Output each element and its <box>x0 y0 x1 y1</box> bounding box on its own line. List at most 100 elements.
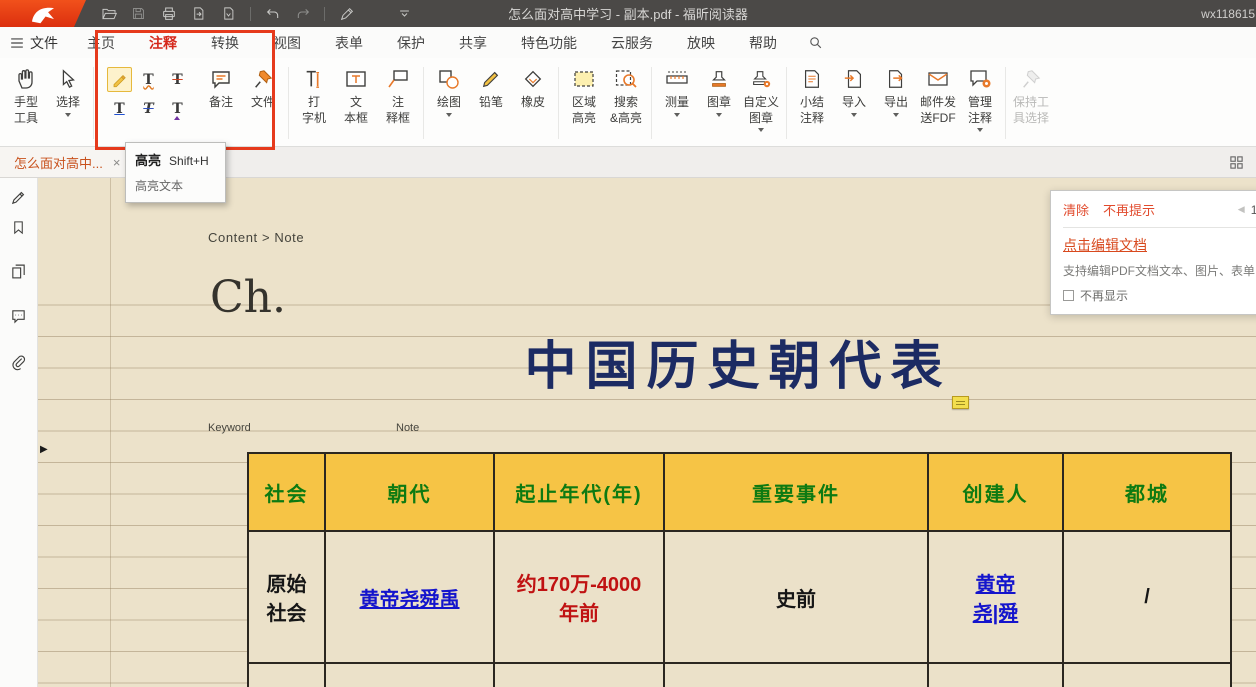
tool-stamp[interactable]: 图章 <box>698 65 740 117</box>
dont-show-again-row[interactable]: 不再显示 <box>1063 287 1256 304</box>
tool-summarize-comments[interactable]: 小结 注释 <box>791 65 833 126</box>
tab-protect[interactable]: 保护 <box>380 27 442 58</box>
tool-search-highlight[interactable]: 搜索 &高亮 <box>605 65 647 126</box>
table-cell-empty <box>1064 664 1230 687</box>
tool-import-comments[interactable]: 导入 <box>833 65 875 117</box>
tool-eraser[interactable]: 橡皮 <box>512 65 554 111</box>
file-menu-button[interactable]: 文件 <box>0 27 70 58</box>
tab-home[interactable]: 主页 <box>70 27 132 58</box>
founder-link[interactable]: 黄帝 <box>976 568 1016 597</box>
strikeout-tool[interactable]: T <box>165 67 190 92</box>
tab-view[interactable]: 视图 <box>256 27 318 58</box>
tool-area-highlight[interactable]: 区域 高亮 <box>563 65 605 126</box>
tab-form[interactable]: 表单 <box>318 27 380 58</box>
export-pdf-icon[interactable] <box>190 5 207 22</box>
prev-page-icon[interactable]: ◀ <box>1238 204 1245 215</box>
ribbon-search-button[interactable] <box>800 27 831 58</box>
page-layout-button[interactable] <box>1229 155 1244 170</box>
tool-textbox[interactable]: 文 本框 <box>335 65 377 126</box>
edit-document-link[interactable]: 点击编辑文档 <box>1063 235 1147 255</box>
tool-select[interactable]: 选择 <box>47 65 89 117</box>
account-name[interactable]: wx118615 <box>1201 7 1256 21</box>
chevron-down-icon <box>893 113 899 117</box>
chevron-down-icon <box>446 113 452 117</box>
founder-link[interactable]: 尧|舜 <box>973 597 1019 626</box>
annotate-pencil-icon[interactable] <box>9 187 29 207</box>
tool-typewriter[interactable]: 打 字机 <box>293 65 335 126</box>
menubar: 文件 主页 注释 转换 视图 表单 保护 共享 特色功能 云服务 放映 帮助 <box>0 27 1256 58</box>
table-header: 都城 <box>1064 454 1230 532</box>
close-tab-icon[interactable]: × <box>113 156 121 169</box>
dynasty-link[interactable]: 黄帝尧舜禹 <box>360 583 460 612</box>
convert-doc-icon[interactable] <box>220 5 237 22</box>
tool-custom-stamp[interactable]: 自定义 图章 <box>740 65 782 132</box>
notice-pager: ◀ 1 / 1 ▶ <box>1238 203 1256 217</box>
tab-share[interactable]: 共享 <box>442 27 504 58</box>
export-icon <box>885 65 907 93</box>
ribbon-separator <box>93 67 94 139</box>
tool-label: 选择 <box>56 95 80 111</box>
tool-hand[interactable]: 手型 工具 <box>5 65 47 126</box>
tab-cloud[interactable]: 云服务 <box>594 27 670 58</box>
comments-panel-icon[interactable] <box>9 306 29 326</box>
redo-icon[interactable] <box>294 5 311 22</box>
save-icon[interactable] <box>130 5 147 22</box>
attachments-panel-icon[interactable] <box>9 352 29 372</box>
page-thumbnails-icon[interactable] <box>9 261 29 281</box>
tool-label: 手型 工具 <box>14 95 38 126</box>
titlebar: 怎么面对高中学习 - 副本.pdf - 福昕阅读器 wx118615 <box>0 0 1256 27</box>
squiggly-icon: T <box>143 73 153 87</box>
foxit-logo[interactable] <box>0 0 86 27</box>
open-file-icon[interactable] <box>100 5 117 22</box>
table-cell-founder: 黄帝 尧|舜 <box>929 532 1064 664</box>
ribbon-separator <box>423 67 424 139</box>
chevron-down-icon <box>65 113 71 117</box>
insert-text-tool[interactable]: T <box>165 96 190 121</box>
tool-pencil[interactable]: 铅笔 <box>470 65 512 111</box>
tool-callout[interactable]: 注 释框 <box>377 65 419 126</box>
sticky-note-annotation-icon[interactable] <box>952 396 969 409</box>
undo-icon[interactable] <box>264 5 281 22</box>
document-viewport[interactable]: Content > Note Ch. 中国历史朝代表 Keyword Note … <box>38 178 1256 687</box>
underline-tool[interactable]: T <box>107 96 132 121</box>
area-highlight-icon <box>572 65 596 93</box>
tool-export-comments[interactable]: 导出 <box>875 65 917 117</box>
tab-comment[interactable]: 注释 <box>132 27 194 58</box>
replace-text-tool[interactable]: T <box>136 96 161 121</box>
no-remind-link[interactable]: 不再提示 <box>1103 200 1155 219</box>
tool-manage-comments[interactable]: 管理 注释 <box>959 65 1001 132</box>
file-menu-label: 文件 <box>30 33 58 53</box>
tool-label: 铅笔 <box>479 95 503 111</box>
dont-show-checkbox[interactable] <box>1063 290 1074 301</box>
history-table: 社会 朝代 起止年代(年) 重要事件 创建人 都城 原始 社会 黄帝尧舜禹 约1… <box>247 452 1232 687</box>
import-icon <box>843 65 865 93</box>
ribbon-separator <box>288 67 289 139</box>
print-icon[interactable] <box>160 5 177 22</box>
tool-drawing[interactable]: 绘图 <box>428 65 470 117</box>
bookmark-icon[interactable] <box>9 217 29 237</box>
tool-label: 自定义 图章 <box>743 95 779 126</box>
tool-label: 文件 <box>251 95 275 111</box>
highlight-tool[interactable] <box>107 67 132 92</box>
ribbon-separator <box>1005 67 1006 139</box>
tab-convert[interactable]: 转换 <box>194 27 256 58</box>
highlighter-icon <box>111 71 129 89</box>
tool-measure[interactable]: 测量 <box>656 65 698 117</box>
tool-keep-selected[interactable]: 保持工 具选择 <box>1010 65 1052 126</box>
tab-features[interactable]: 特色功能 <box>504 27 594 58</box>
sidebar-expand-arrow-icon[interactable]: ▶ <box>40 444 48 455</box>
document-tab[interactable]: 怎么面对高中... × <box>0 147 135 177</box>
callout-icon <box>386 65 410 93</box>
sign-pen-icon[interactable] <box>338 5 355 22</box>
tab-present[interactable]: 放映 <box>670 27 732 58</box>
tab-help[interactable]: 帮助 <box>732 27 794 58</box>
clear-link[interactable]: 清除 <box>1063 200 1089 219</box>
squiggly-tool[interactable]: T <box>136 67 161 92</box>
notice-description: 支持编辑PDF文档文本、图片、表单 <box>1063 262 1256 279</box>
page-indicator: 1 / 1 <box>1251 203 1256 217</box>
quick-access-toolbar <box>100 5 413 22</box>
tool-email-fdf[interactable]: 邮件发 送FDF <box>917 65 959 126</box>
customize-toolbar-icon[interactable] <box>396 5 413 22</box>
tool-file-attachment[interactable]: 文件 <box>242 65 284 111</box>
tool-note[interactable]: 备注 <box>200 65 242 111</box>
